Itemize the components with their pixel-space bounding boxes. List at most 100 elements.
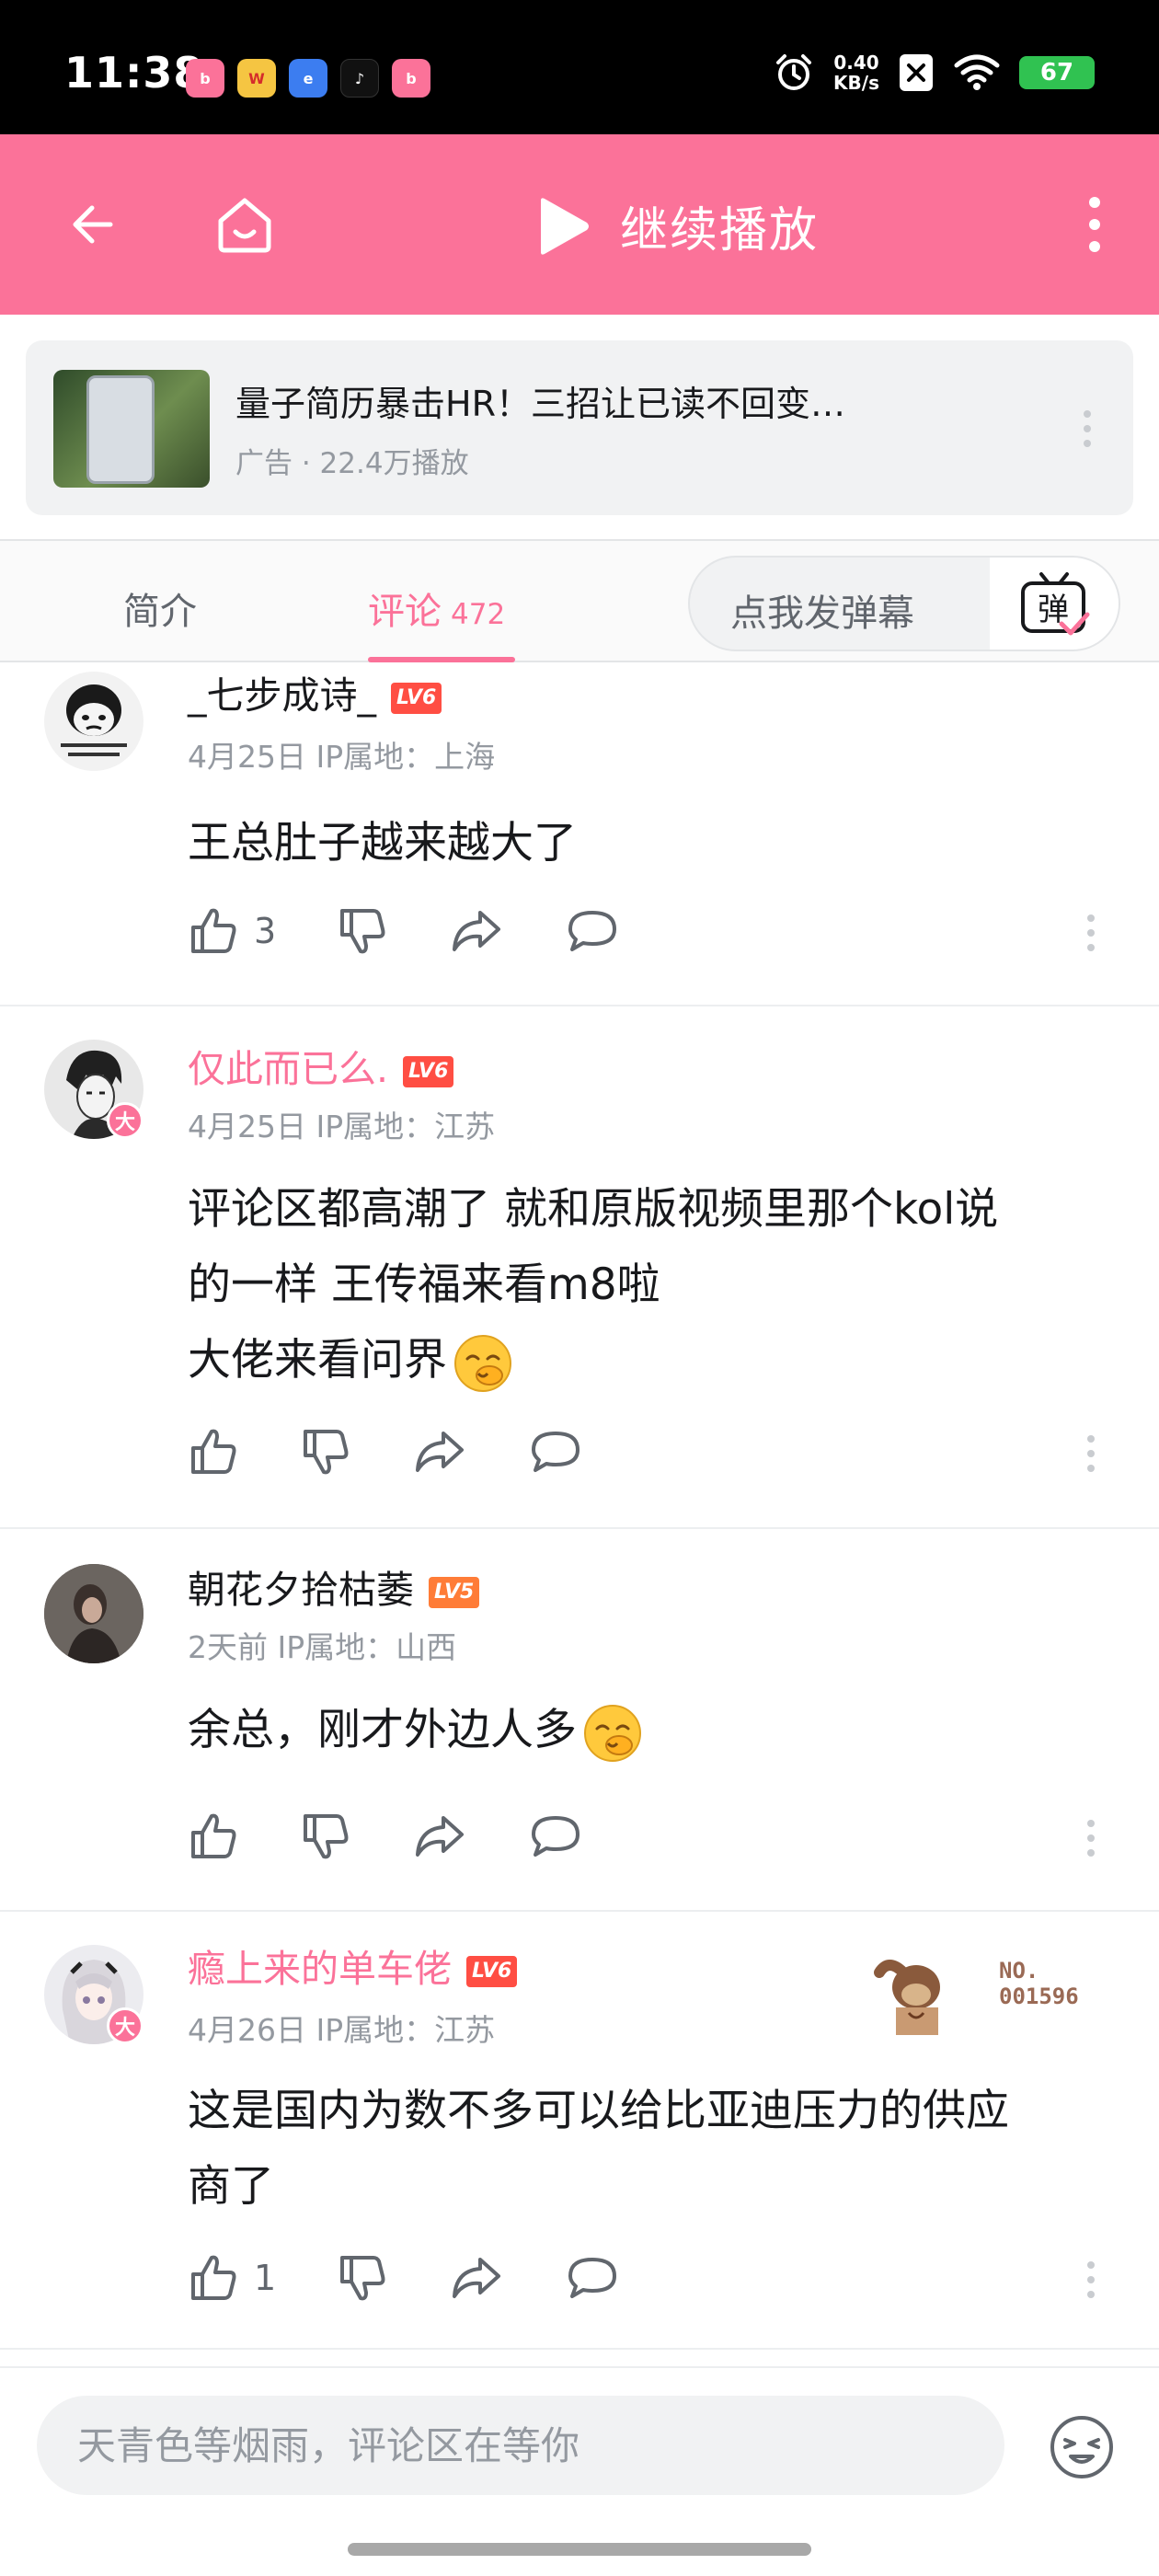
danmaku-toggle-button[interactable]: 弹: [990, 558, 1119, 650]
emoji-picker-button[interactable]: [1047, 2412, 1117, 2482]
comment-username[interactable]: 朝花夕拾枯萎 LV5: [188, 1558, 480, 1614]
comment-more-button[interactable]: [1087, 2261, 1096, 2306]
ad-card[interactable]: 量子简历暴击HR！三招让已读不回变… 广告 · 22.4万播放: [26, 340, 1133, 515]
back-button[interactable]: [53, 188, 127, 261]
avatar[interactable]: [44, 672, 143, 771]
fan-medal-number: NO. 001596: [999, 1958, 1079, 2009]
like-button[interactable]: 3: [188, 905, 276, 957]
reply-bubble-icon: [568, 2258, 617, 2298]
comment-text-line: 的一样 王传福来看m8啦: [188, 1259, 660, 1310]
reply-bubble-icon: [532, 1816, 580, 1857]
fan-medal-label: NO.: [999, 1958, 1039, 1984]
comment-username[interactable]: 仅此而已么. LV6: [188, 1038, 454, 1093]
browser-app-icon: e: [289, 59, 327, 98]
comment-username[interactable]: _七步成诗_ LV6: [188, 664, 442, 719]
more-options-button[interactable]: [1058, 188, 1131, 261]
like-count: 3: [254, 911, 277, 951]
like-button[interactable]: [188, 1426, 239, 1478]
ad-more-button[interactable]: [1084, 410, 1093, 454]
ad-title: 量子简历暴击HR！三招让已读不回变…: [235, 384, 845, 424]
home-button[interactable]: [208, 188, 281, 261]
net-speed-unit: KB/s: [833, 72, 879, 94]
comment-input-bar: [0, 2366, 1159, 2576]
comment-item: 朝花夕拾枯萎 LV5 2天前 IP属地：山西 余总，刚才外边人多: [0, 1529, 1159, 1912]
avatar[interactable]: [44, 1564, 143, 1663]
comment-text: 余总，刚才外边人多: [188, 1693, 1126, 1768]
dislike-button[interactable]: [337, 2252, 388, 2304]
play-icon: [541, 197, 589, 255]
share-icon: [416, 1432, 464, 1472]
share-icon: [416, 1816, 464, 1857]
dislike-button[interactable]: [337, 905, 388, 957]
comment-item: _七步成诗_ LV6 4月25日 IP属地：上海 王总肚子越来越大了 3: [0, 664, 1159, 1006]
like-count: 1: [254, 2258, 277, 2298]
thumbs-down-icon: [304, 1814, 349, 1859]
continue-play-button[interactable]: 继续播放: [534, 191, 819, 260]
comment-text: 评论区都高潮了 就和原版视频里那个kol说 的一样 王传福来看m8啦 大佬来看问…: [188, 1172, 1126, 1398]
share-button[interactable]: [412, 1811, 467, 1862]
level-badge: LV6: [403, 1056, 454, 1087]
tab-comments-label: 评论: [368, 591, 442, 633]
dislike-button[interactable]: [300, 1426, 351, 1478]
thumbs-up-icon: [191, 2255, 236, 2300]
comment-text-line: 大佬来看问界: [188, 1323, 1126, 1398]
dislike-button[interactable]: [300, 1811, 351, 1862]
reply-button[interactable]: [528, 1811, 583, 1862]
reply-bubble-icon: [532, 1432, 580, 1472]
alarm-icon: [776, 54, 812, 90]
reply-bubble-icon: [568, 911, 617, 951]
like-button[interactable]: 1: [188, 2252, 276, 2304]
comment-meta: 4月25日 IP属地：上海: [188, 739, 496, 775]
video-header: 继续播放: [0, 134, 1159, 315]
status-time: 11:38: [64, 48, 204, 98]
notification-icons: b W e ♪ b: [186, 59, 430, 98]
battery-indicator: 67: [1019, 56, 1095, 89]
comment-item: 大 瘾上来的单车佬 LV6 NO. 001596 4月26日 IP属地：江苏 这是…: [0, 1912, 1159, 2350]
username-text: 朝花夕拾枯萎: [188, 1568, 414, 1612]
comment-input[interactable]: [37, 2396, 1004, 2495]
net-speed: 0.40 KB/s: [833, 52, 879, 93]
tab-intro[interactable]: 简介: [123, 581, 197, 635]
comment-meta: 2天前 IP属地：山西: [188, 1629, 457, 1665]
ad-meta: 广告 · 22.4万播放: [235, 447, 469, 480]
net-speed-value: 0.40: [833, 52, 879, 74]
comment-actions: 1: [188, 2252, 681, 2304]
comment-username[interactable]: 瘾上来的单车佬 LV6: [188, 1938, 518, 1993]
status-bar: 11:38 b W e ♪ b 0.40 KB/s 67: [0, 0, 1159, 134]
danmaku-placeholder: 点我发弹幕: [730, 592, 914, 635]
thumbs-down-icon: [340, 909, 385, 954]
username-text: 瘾上来的单车佬: [188, 1947, 452, 1991]
fan-medal[interactable]: NO. 001596: [852, 1945, 1119, 2037]
status-right: 0.40 KB/s 67: [773, 52, 1095, 94]
danmaku-input[interactable]: 点我发弹幕 弹: [688, 556, 1120, 651]
share-button[interactable]: [449, 2252, 504, 2304]
comment-item: 大 仅此而已么. LV6 4月25日 IP属地：江苏 评论区都高潮了 就和原版视频…: [0, 1006, 1159, 1529]
tabs-bar: 简介 评论 472 点我发弹幕 弹: [0, 539, 1159, 662]
comment-more-button[interactable]: [1087, 1435, 1096, 1479]
like-button[interactable]: [188, 1811, 239, 1862]
thumbs-down-icon: [340, 2256, 385, 2301]
comment-meta: 4月26日 IP属地：江苏: [188, 2012, 496, 2048]
comment-more-button[interactable]: [1087, 914, 1096, 959]
level-badge: LV6: [391, 683, 442, 714]
home-indicator[interactable]: [348, 2543, 811, 2556]
reply-button[interactable]: [528, 1426, 583, 1478]
comment-more-button[interactable]: [1087, 1820, 1096, 1864]
tab-comments[interactable]: 评论 472: [368, 581, 505, 635]
comment-text-line-content: 大佬来看问界: [188, 1335, 447, 1386]
tiktok-app-icon: ♪: [340, 59, 379, 98]
weibo-app-icon: W: [237, 59, 276, 98]
avatar-photo-image: [44, 1564, 143, 1663]
more-vertical-icon: [1089, 197, 1100, 252]
username-text: 仅此而已么.: [188, 1047, 389, 1091]
ad-thumbnail: [53, 370, 210, 488]
share-button[interactable]: [412, 1426, 467, 1478]
reply-button[interactable]: [565, 905, 620, 957]
share-button[interactable]: [449, 905, 504, 957]
comment-actions: [188, 1426, 644, 1478]
tab-active-indicator: [368, 657, 515, 662]
comment-text: 王总肚子越来越大了: [188, 818, 577, 868]
comment-actions: [188, 1811, 644, 1862]
reply-button[interactable]: [565, 2252, 620, 2304]
comment-text-line: 评论区都高潮了 就和原版视频里那个kol说: [188, 1184, 999, 1235]
